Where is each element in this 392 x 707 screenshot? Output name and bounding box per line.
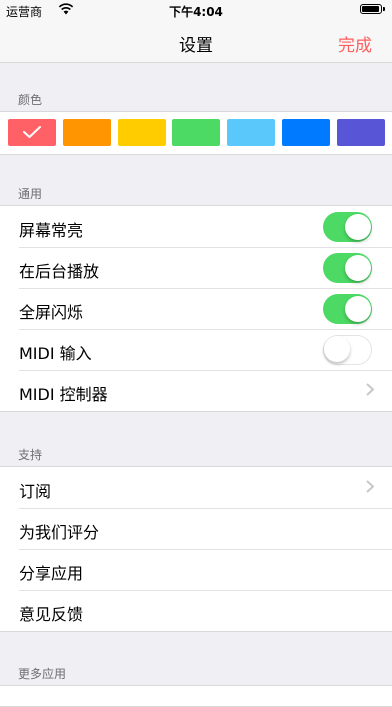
color-picker xyxy=(0,111,392,155)
toggle-background-play[interactable] xyxy=(323,253,372,283)
support-label: 为我们评分 xyxy=(19,523,100,542)
section-header-general: 通用 xyxy=(18,187,43,201)
setting-label: 屏幕常亮 xyxy=(19,221,84,240)
section-header-colors: 颜色 xyxy=(18,93,43,107)
support-row-subscribe[interactable]: 订阅 xyxy=(0,467,392,508)
battery-icon xyxy=(360,4,385,14)
support-row-rate-us[interactable]: 为我们评分 xyxy=(0,508,392,549)
setting-label: 全屏闪烁 xyxy=(19,303,84,322)
setting-row-midi-controller[interactable]: MIDI 控制器 xyxy=(0,370,392,411)
more-apps-group xyxy=(0,685,392,707)
status-bar: 运营商 下午4:04 xyxy=(0,0,392,20)
setting-label: MIDI 控制器 xyxy=(19,385,108,404)
color-swatch-yellow[interactable] xyxy=(118,119,166,146)
setting-row-midi-input: MIDI 输入 xyxy=(0,329,392,370)
color-swatch-orange[interactable] xyxy=(63,119,111,146)
toggle-midi-input[interactable] xyxy=(323,335,372,365)
general-settings-group: 屏幕常亮 在后台播放 全屏闪烁 MIDI 输入 MIDI 控制器 xyxy=(0,205,392,412)
checkmark-icon xyxy=(23,126,41,138)
done-button[interactable]: 完成 xyxy=(338,31,372,56)
toggle-screen-always-on[interactable] xyxy=(323,212,372,242)
setting-row-background-play: 在后台播放 xyxy=(0,247,392,288)
color-swatch-purple[interactable] xyxy=(337,119,385,146)
chevron-right-icon xyxy=(366,480,374,493)
chevron-right-icon xyxy=(366,383,374,396)
support-label: 意见反馈 xyxy=(19,605,84,624)
support-row-share-app[interactable]: 分享应用 xyxy=(0,549,392,590)
support-label: 分享应用 xyxy=(19,564,84,583)
color-swatch-light-blue[interactable] xyxy=(227,119,275,146)
page-title: 设置 xyxy=(179,36,213,56)
support-label: 订阅 xyxy=(19,482,52,501)
status-time: 下午4:04 xyxy=(169,5,223,19)
navigation-bar: 设置 完成 xyxy=(0,20,392,63)
color-swatch-blue[interactable] xyxy=(282,119,330,146)
support-group: 订阅 为我们评分 分享应用 意见反馈 xyxy=(0,466,392,632)
section-header-more-apps: 更多应用 xyxy=(18,667,67,681)
setting-label: MIDI 输入 xyxy=(19,344,92,363)
toggle-fullscreen-flash[interactable] xyxy=(323,294,372,324)
setting-row-screen-always-on: 屏幕常亮 xyxy=(0,206,392,247)
color-swatch-green[interactable] xyxy=(172,119,220,146)
setting-label: 在后台播放 xyxy=(19,262,100,281)
setting-row-fullscreen-flash: 全屏闪烁 xyxy=(0,288,392,329)
support-row-feedback[interactable]: 意见反馈 xyxy=(0,590,392,631)
color-swatch-red[interactable] xyxy=(8,119,56,146)
section-header-support: 支持 xyxy=(18,448,43,462)
